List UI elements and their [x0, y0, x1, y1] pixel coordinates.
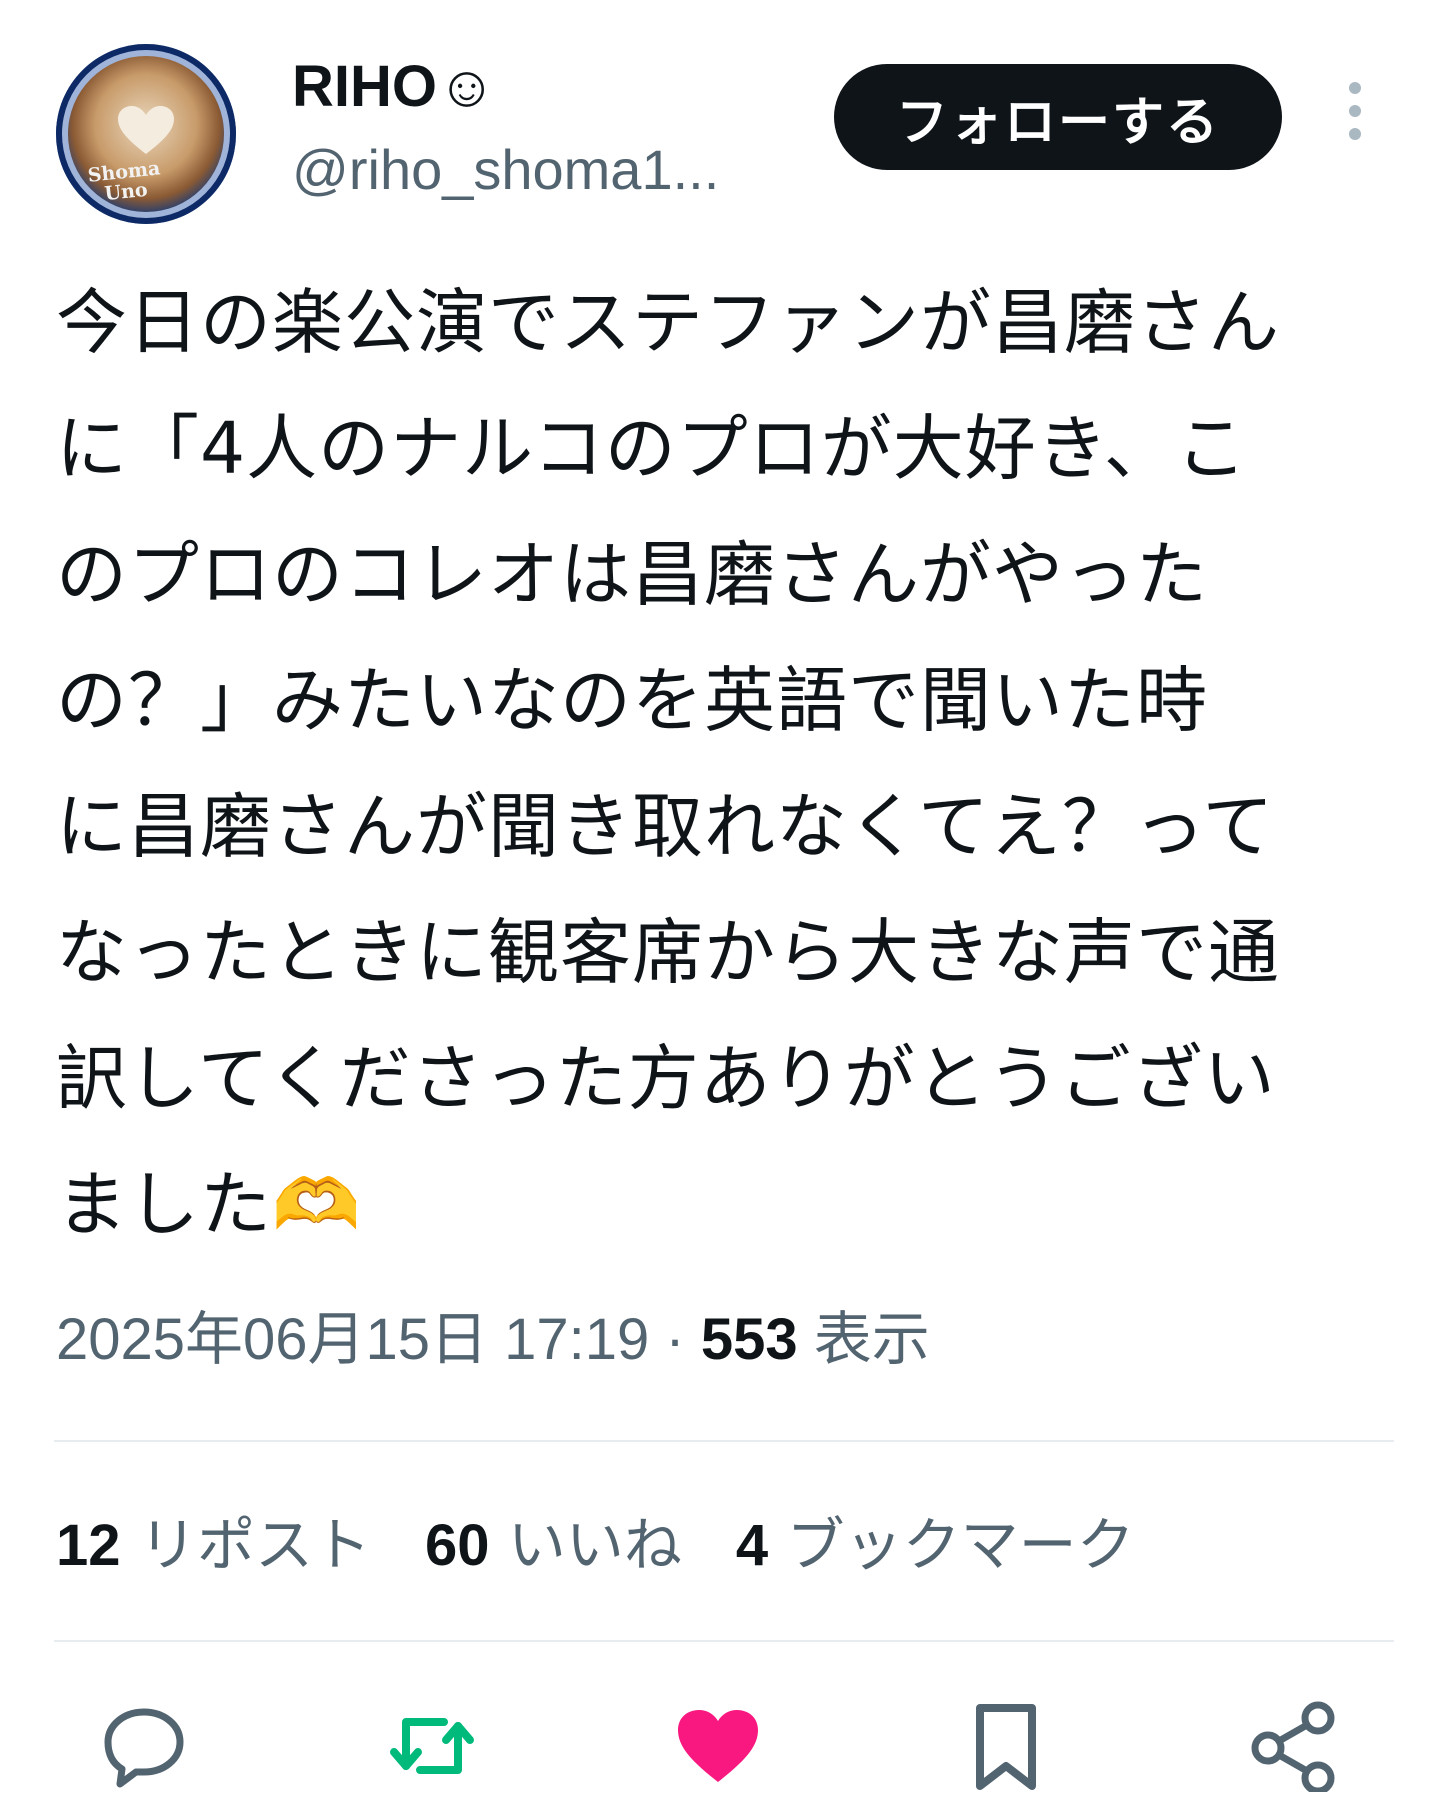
tweet-text: 今日の楽公演でステファンが昌磨さん に「4人のナルコのプロが大好き、こ のプロの… — [56, 281, 1281, 1246]
divider-top — [54, 1440, 1394, 1442]
more-options-icon[interactable] — [1340, 82, 1370, 152]
bookmark-button[interactable] — [960, 1700, 1052, 1792]
reposts-count: 12 — [56, 1513, 121, 1578]
reply-button[interactable] — [98, 1700, 190, 1792]
like-icon — [678, 1710, 758, 1782]
reposts-label: リポスト — [120, 1511, 371, 1579]
heart-latte-art — [118, 106, 174, 154]
reply-icon — [104, 1708, 184, 1788]
avatar[interactable]: Shoma Uno — [56, 44, 236, 224]
likes-label: いいね — [489, 1511, 682, 1579]
likes-count: 60 — [424, 1513, 490, 1578]
like-button[interactable] — [672, 1700, 764, 1792]
reposts-stat[interactable]: 12 リポスト — [56, 1511, 371, 1579]
bookmarks-label: ブックマーク — [768, 1511, 1135, 1579]
share-icon — [1251, 1701, 1335, 1795]
bookmark-icon — [976, 1704, 1036, 1790]
tweet-meta: 2025年06月15日 17:19 · 553 表示 — [56, 1300, 930, 1380]
share-button[interactable] — [1248, 1700, 1340, 1795]
follow-button[interactable]: フォローする — [834, 64, 1282, 170]
repost-button[interactable] — [386, 1700, 478, 1792]
likes-stat[interactable]: 60 いいね — [425, 1511, 682, 1579]
bookmarks-stat[interactable]: 4 ブックマーク — [736, 1511, 1135, 1579]
action-bar — [0, 1700, 1439, 1797]
repost-icon — [390, 1718, 474, 1774]
views-count: 553 — [700, 1307, 798, 1372]
views-label: 表示 — [797, 1307, 930, 1372]
timestamp[interactable]: 2025年06月15日 17:19 — [56, 1307, 649, 1372]
bookmarks-count: 4 — [735, 1513, 769, 1578]
user-handle[interactable]: @riho_shoma1... — [292, 138, 719, 202]
meta-separator: · — [649, 1307, 701, 1372]
avatar-caption: Shoma Uno — [86, 157, 162, 206]
divider-bottom — [54, 1640, 1394, 1642]
engagement-stats: 12 リポスト 60 いいね 4 ブックマーク — [56, 1505, 1135, 1586]
display-name[interactable]: RIHO☺ — [292, 52, 496, 122]
